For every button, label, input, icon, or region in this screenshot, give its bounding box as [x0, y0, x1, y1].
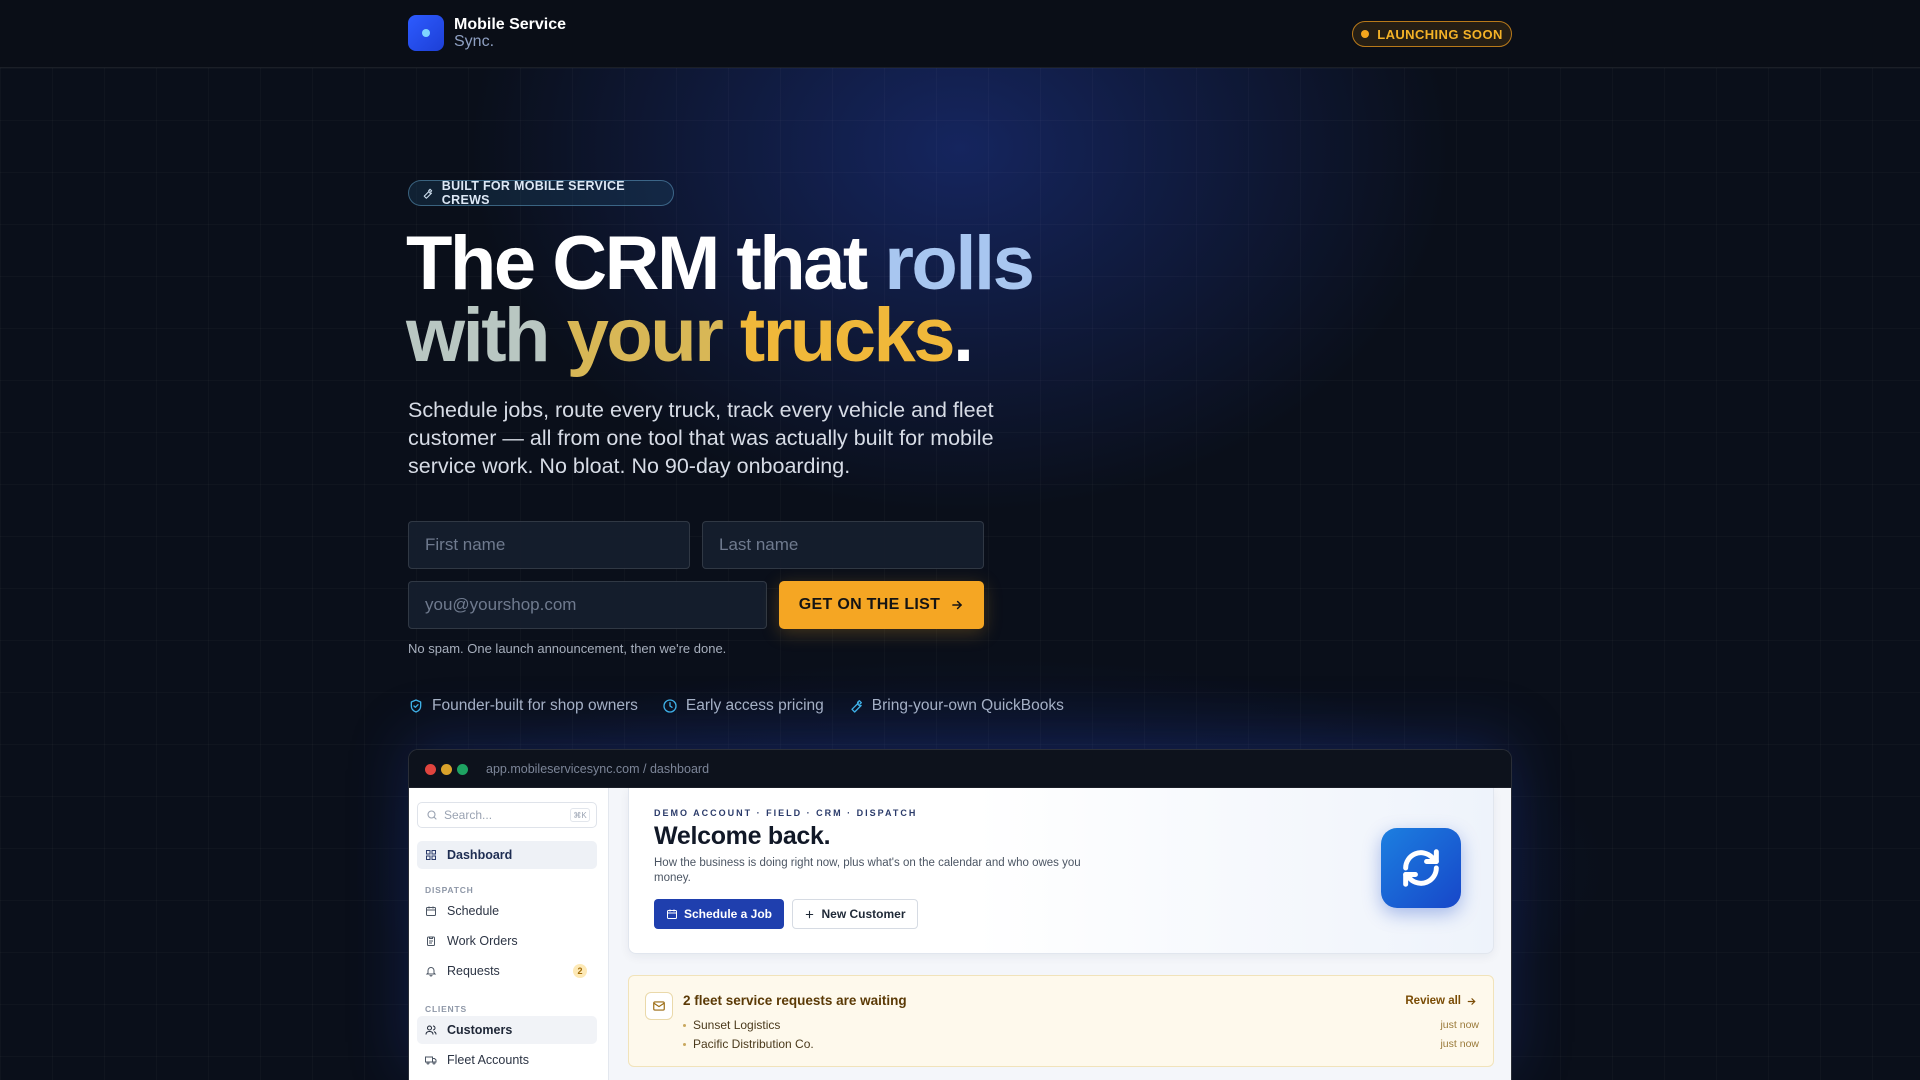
wrench-icon — [851, 700, 862, 713]
new-customer-button[interactable]: New Customer — [792, 899, 918, 929]
request-customer-name: Pacific Distribution Co. — [693, 1037, 814, 1051]
sidebar-item-fleet-accounts[interactable]: Fleet Accounts — [417, 1046, 597, 1074]
sidebar-item-label: Requests — [447, 964, 500, 978]
calendar-plus-icon — [666, 909, 677, 919]
sidebar-search-input[interactable]: Search... ⌘K — [417, 802, 597, 828]
sidebar-item-label: Schedule — [447, 904, 500, 918]
sync-app-logo-icon — [1381, 828, 1461, 908]
feature-item: Founder-built for shop owners — [408, 697, 638, 715]
mail-icon — [645, 992, 673, 1020]
sidebar-item-schedule[interactable]: Schedule — [417, 897, 597, 925]
shield-check-icon — [410, 699, 422, 713]
cta-label: GET ON THE LIST — [798, 596, 941, 613]
alert-title: 2 fleet service requests are waiting — [683, 993, 907, 1008]
url-text: app.mobileservicesync.com / dashboard — [486, 762, 710, 776]
plus-icon — [806, 910, 814, 918]
brand-sub: Sync. — [454, 33, 495, 50]
feature-label: Founder-built for shop owners — [432, 697, 638, 714]
hero-headline: The CRM that rolls with your trucks. — [406, 226, 1035, 374]
form-disclaimer: No spam. One launch announcement, then w… — [408, 641, 727, 656]
get-on-the-list-button[interactable]: GET ON THE LIST — [779, 581, 984, 629]
sidebar-section-clients: CLIENTS — [425, 1004, 467, 1014]
bell-icon — [425, 967, 437, 977]
sidebar-item-label: Dashboard — [447, 848, 513, 862]
brand-name: Mobile Service — [454, 16, 567, 33]
browser-chrome: app.mobileservicesync.com / dashboard — [409, 750, 1511, 788]
brand-text: Mobile Service Sync. — [454, 16, 566, 50]
clock-icon — [663, 699, 677, 713]
schedule-a-job-button[interactable]: Schedule a Job — [654, 899, 784, 929]
request-customer-name: Sunset Logistics — [693, 1018, 781, 1032]
schedule-a-job-label: Schedule a Job — [683, 907, 773, 921]
feature-list: Founder-built for shop owners Early acce… — [408, 697, 1088, 715]
wrench-icon — [423, 188, 433, 199]
users-icon — [425, 1025, 437, 1035]
welcome-subtitle: How the business is doing right now, plu… — [654, 857, 1081, 884]
email-input[interactable] — [408, 581, 767, 629]
search-shortcut-badge: ⌘K — [570, 808, 590, 822]
dashboard-grid-icon — [426, 850, 436, 860]
traffic-light-maximize-icon — [457, 764, 468, 775]
traffic-light-minimize-icon — [441, 764, 452, 775]
feature-item: Bring-your-own QuickBooks — [848, 697, 1064, 715]
feature-item: Early access pricing — [662, 697, 824, 715]
traffic-light-close-icon — [425, 764, 436, 775]
sidebar-item-customers[interactable]: Customers — [417, 1016, 597, 1044]
last-name-input[interactable] — [702, 521, 984, 569]
request-row[interactable]: Sunset Logistics just now — [683, 1018, 1479, 1034]
review-all-label: Review all — [1405, 995, 1461, 1007]
fleet-requests-alert: 2 fleet service requests are waiting Rev… — [628, 975, 1494, 1067]
search-icon — [427, 810, 437, 820]
app-preview-window: app.mobileservicesync.com / dashboard Se… — [408, 749, 1512, 1080]
sidebar-item-label: Customers — [447, 1023, 513, 1037]
truck-icon — [425, 1056, 437, 1065]
headline-part-3: with — [406, 293, 567, 378]
status-dot-icon — [1361, 30, 1370, 38]
arrow-right-icon — [1467, 997, 1476, 1005]
sidebar-item-requests[interactable]: Requests 2 — [417, 957, 597, 985]
welcome-title: Welcome back. — [654, 822, 831, 850]
clipboard-icon — [427, 936, 435, 946]
app-sidebar: Search... ⌘K Dashboard DISPATCH Schedule… — [409, 788, 609, 1080]
brand[interactable]: Mobile Service Sync. — [408, 15, 566, 51]
review-all-link[interactable]: Review all — [1405, 995, 1477, 1007]
launching-soon-badge: LAUNCHING SOON — [1352, 21, 1512, 47]
sidebar-item-work-orders[interactable]: Work Orders — [417, 927, 597, 955]
top-bar: Mobile Service Sync. LAUNCHING SOON — [0, 0, 1920, 68]
hero-pill-label: BUILT FOR MOBILE SERVICE CREWS — [441, 179, 625, 207]
hero-subcopy: Schedule jobs, route every truck, track … — [408, 398, 994, 478]
first-name-input[interactable] — [408, 521, 690, 569]
requests-count-badge: 2 — [573, 964, 587, 978]
sidebar-item-dashboard[interactable]: Dashboard — [417, 841, 597, 869]
app-body: Search... ⌘K Dashboard DISPATCH Schedule… — [409, 788, 1511, 1080]
bullet-icon — [683, 1043, 686, 1046]
demo-account-label: DEMO ACCOUNT · FIELD · CRM · DISPATCH — [654, 808, 918, 818]
feature-label: Bring-your-own QuickBooks — [871, 697, 1064, 714]
request-time: just now — [1440, 1038, 1479, 1050]
brand-logo-icon — [408, 15, 444, 51]
sidebar-item-label: Work Orders — [447, 934, 518, 948]
search-placeholder: Search... — [444, 808, 493, 822]
welcome-card: DEMO ACCOUNT · FIELD · CRM · DISPATCH We… — [628, 788, 1494, 954]
new-customer-label: New Customer — [821, 907, 906, 921]
headline-part-4: your — [566, 293, 740, 378]
launching-soon-label: LAUNCHING SOON — [1377, 26, 1503, 42]
calendar-icon — [426, 906, 436, 916]
feature-label: Early access pricing — [685, 697, 824, 714]
sidebar-section-dispatch: DISPATCH — [425, 885, 474, 895]
headline-part-5: trucks — [739, 293, 956, 378]
request-time: just now — [1440, 1019, 1479, 1031]
headline-part-6: . — [953, 293, 974, 378]
request-row[interactable]: Pacific Distribution Co. just now — [683, 1037, 1479, 1053]
hero-pill: BUILT FOR MOBILE SERVICE CREWS — [408, 179, 674, 207]
bullet-icon — [683, 1024, 686, 1027]
arrow-right-icon — [952, 600, 963, 610]
sidebar-item-label: Fleet Accounts — [447, 1053, 529, 1067]
